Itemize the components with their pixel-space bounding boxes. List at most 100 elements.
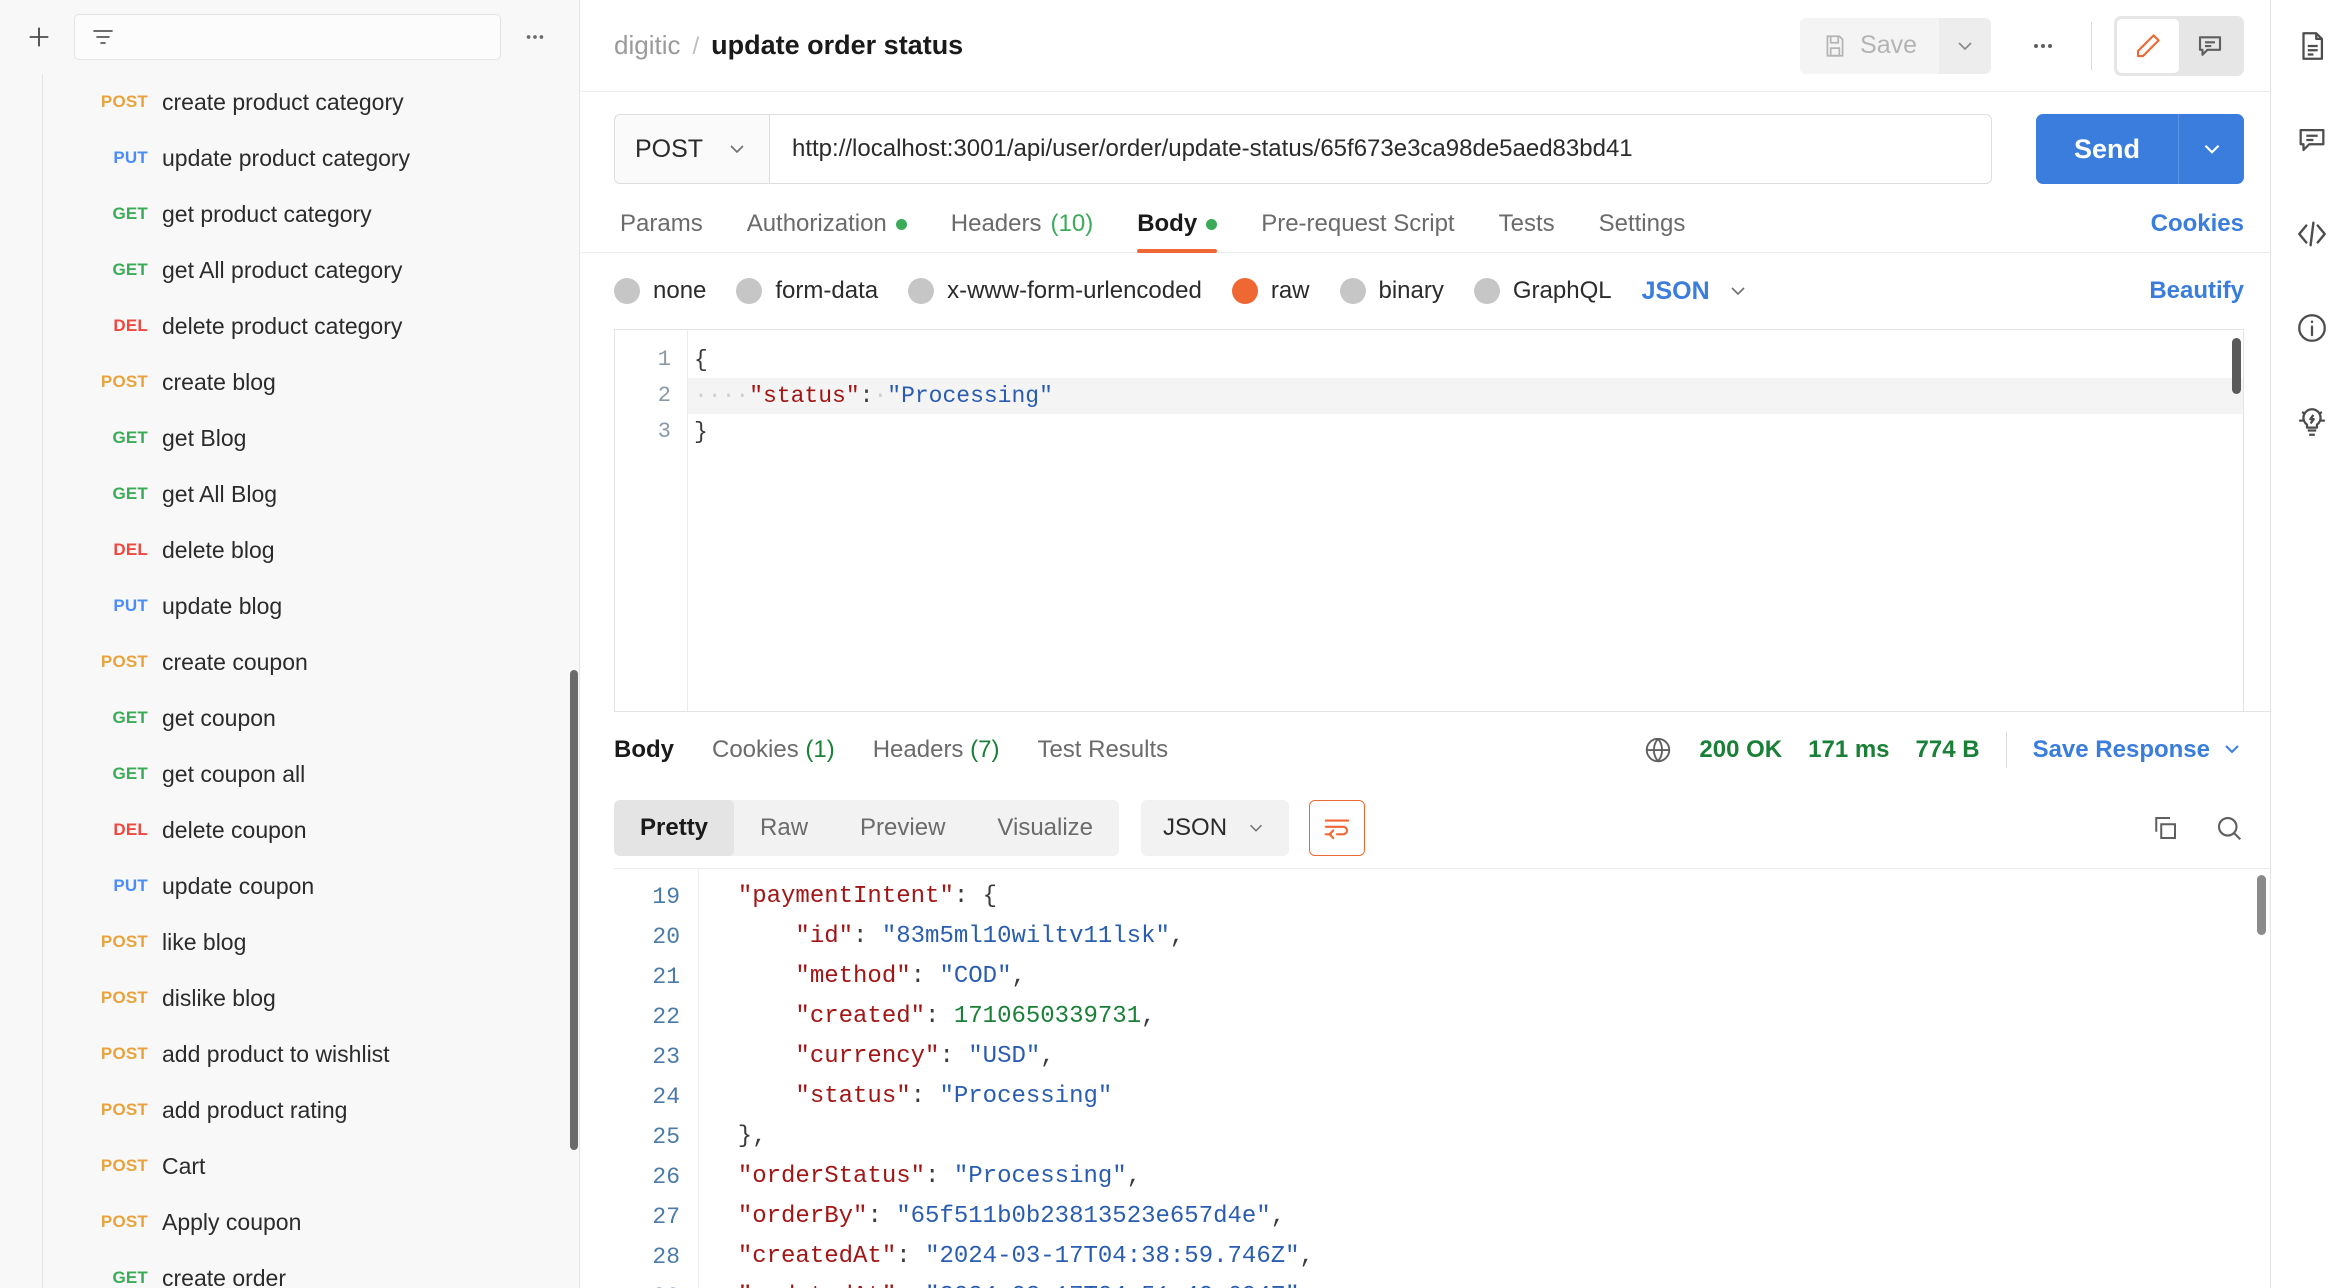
send-button[interactable]: Send — [2035, 114, 2178, 184]
response-scrollbar[interactable] — [2257, 875, 2266, 935]
radio-icon — [908, 278, 935, 304]
response-body-format-select[interactable]: JSON — [1141, 800, 1290, 856]
list-item[interactable]: PUT update product category — [42, 130, 579, 186]
response-line-number: 28 — [652, 1244, 680, 1270]
response-code-token: , — [1169, 923, 1185, 950]
response-code-line: "orderStatus": "Processing", — [699, 1157, 2270, 1197]
save-dropdown-button[interactable] — [1939, 17, 1991, 74]
response-format-visualize[interactable]: Visualize — [971, 800, 1119, 856]
documentation-icon[interactable] — [2288, 22, 2336, 70]
list-item[interactable]: POST add product rating — [42, 1082, 579, 1138]
code-icon[interactable] — [2288, 210, 2336, 258]
list-item[interactable]: GET get Blog — [42, 410, 579, 466]
response-tab-cookies[interactable]: Cookies (1) — [712, 736, 835, 764]
tab-settings[interactable]: Settings — [1577, 210, 1708, 252]
response-tab-test-results[interactable]: Test Results — [1037, 736, 1168, 764]
body-type-binary[interactable]: binary — [1339, 277, 1444, 305]
body-type-graphql[interactable]: GraphQL — [1473, 277, 1612, 305]
response-code-line: "paymentIntent": { — [699, 877, 2270, 917]
response-format-toggle[interactable]: Pretty Raw Preview Visualize — [614, 800, 1120, 856]
beautify-button[interactable]: Beautify — [2149, 277, 2244, 305]
response-code-token — [709, 1283, 738, 1288]
response-body[interactable]: 19 20 21 22 23 24 25 26 27 28 29 "paymentIntent": … — [614, 868, 2270, 1288]
list-item[interactable]: POST create coupon — [42, 634, 579, 690]
comment-mode-button[interactable] — [2179, 19, 2241, 73]
list-item[interactable]: POST Cart — [42, 1138, 579, 1194]
body-type-raw[interactable]: raw — [1231, 277, 1310, 305]
edit-mode-button[interactable] — [2117, 18, 2179, 73]
body-type-radios[interactable]: none form-data x-www-form-urlencoded raw bin… — [614, 277, 1642, 305]
breadcrumb-separator: / — [692, 33, 700, 60]
response-tab-label: Headers — [872, 736, 964, 763]
tab-tests[interactable]: Tests — [1477, 210, 1577, 252]
request-more-options-button[interactable] — [2017, 20, 2069, 72]
tab-body[interactable]: Body — [1115, 210, 1239, 253]
list-item[interactable]: GET create order — [42, 1250, 579, 1288]
request-method-label: DEL — [113, 820, 148, 839]
list-item[interactable]: GET get All Blog — [42, 466, 579, 522]
sidebar-scrollbar[interactable] — [570, 670, 578, 1150]
list-item[interactable]: PUT update blog — [42, 578, 579, 634]
sidebar-more-options-button[interactable] — [515, 17, 555, 57]
list-item[interactable]: GET get coupon — [42, 690, 579, 746]
cookies-link[interactable]: Cookies — [2151, 210, 2244, 252]
list-item[interactable]: POST add product to wishlist — [42, 1026, 579, 1082]
list-item[interactable]: PUT update coupon — [42, 858, 579, 914]
copy-icon[interactable] — [2150, 813, 2180, 843]
sidebar-toolbar — [0, 0, 579, 74]
list-item[interactable]: POST create product category — [42, 74, 579, 130]
editor-scrollbar[interactable] — [2232, 338, 2241, 394]
method-select[interactable]: POST — [614, 114, 769, 184]
body-type-none[interactable]: none — [614, 277, 706, 305]
list-item[interactable]: POST dislike blog — [42, 970, 579, 1026]
response-tab-body[interactable]: Body — [614, 736, 674, 764]
request-method-label: GET — [112, 708, 148, 727]
radio-icon — [736, 278, 763, 304]
request-list[interactable]: POST create product category PUT update pro… — [0, 74, 579, 1288]
list-item[interactable]: DEL delete coupon — [42, 802, 579, 858]
request-body-editor[interactable]: 1 2 3 {····"status":·"Processing"} — [614, 329, 2244, 711]
save-response-button[interactable]: Save Response — [2033, 736, 2244, 764]
list-item[interactable]: POST like blog — [42, 914, 579, 970]
info-icon[interactable] — [2288, 304, 2336, 352]
response-code-token: "created" — [795, 1003, 926, 1030]
tab-headers[interactable]: Headers (10) — [929, 210, 1115, 252]
response-tab-headers[interactable]: Headers (7) — [873, 736, 1000, 764]
new-request-button[interactable] — [18, 16, 60, 58]
list-item[interactable]: POST Apply coupon — [42, 1194, 579, 1250]
send-dropdown-button[interactable] — [2178, 114, 2244, 184]
tab-params[interactable]: Params — [614, 210, 725, 252]
body-type-form-data[interactable]: form-data — [736, 277, 878, 305]
raw-format-select[interactable]: JSON — [1642, 277, 1750, 306]
response-code[interactable]: "paymentIntent": { "id": "83m5ml10wiltv1… — [698, 869, 2270, 1288]
response-format-preview[interactable]: Preview — [834, 800, 971, 856]
response-format-raw[interactable]: Raw — [734, 800, 834, 856]
tab-pre-request-script[interactable]: Pre-request Script — [1239, 210, 1476, 252]
list-item[interactable]: GET get product category — [42, 186, 579, 242]
tab-label: Pre-request Script — [1261, 210, 1455, 237]
url-input[interactable]: http://localhost:3001/api/user/order/upd… — [769, 114, 1992, 184]
response-format-pretty[interactable]: Pretty — [614, 800, 735, 856]
response-code-token: "2024-03-17T04:51:40.694Z" — [925, 1283, 1299, 1288]
wrap-lines-button[interactable] — [1309, 800, 1366, 856]
tab-modified-dot — [895, 218, 907, 230]
request-tabs[interactable]: Params Authorization Headers (10) Body Pre-re… — [580, 210, 2270, 253]
request-method-label: DEL — [113, 316, 148, 335]
body-type-x-www-form-urlencoded[interactable]: x-www-form-urlencoded — [908, 277, 1202, 305]
body-type-label: raw — [1270, 277, 1310, 304]
list-item[interactable]: DEL delete blog — [42, 522, 579, 578]
response-time: 171 ms — [1808, 736, 1890, 763]
list-item[interactable]: GET get All product category — [42, 242, 579, 298]
save-button[interactable]: Save — [1800, 17, 1939, 74]
response-tab-list[interactable]: Body Cookies (1) Headers (7) Test Results — [614, 736, 1206, 764]
breadcrumb-collection[interactable]: digitic — [614, 30, 680, 61]
tab-authorization[interactable]: Authorization — [725, 210, 929, 252]
list-item[interactable]: GET get coupon all — [42, 746, 579, 802]
list-item[interactable]: POST create blog — [42, 354, 579, 410]
search-icon[interactable] — [2214, 813, 2244, 843]
editor-code[interactable]: {····"status":·"Processing"} — [687, 330, 2243, 711]
list-item[interactable]: DEL delete product category — [42, 298, 579, 354]
comment-icon[interactable] — [2288, 116, 2336, 164]
sidebar-filter-input[interactable] — [74, 14, 501, 60]
lightbulb-icon[interactable] — [2288, 398, 2336, 446]
